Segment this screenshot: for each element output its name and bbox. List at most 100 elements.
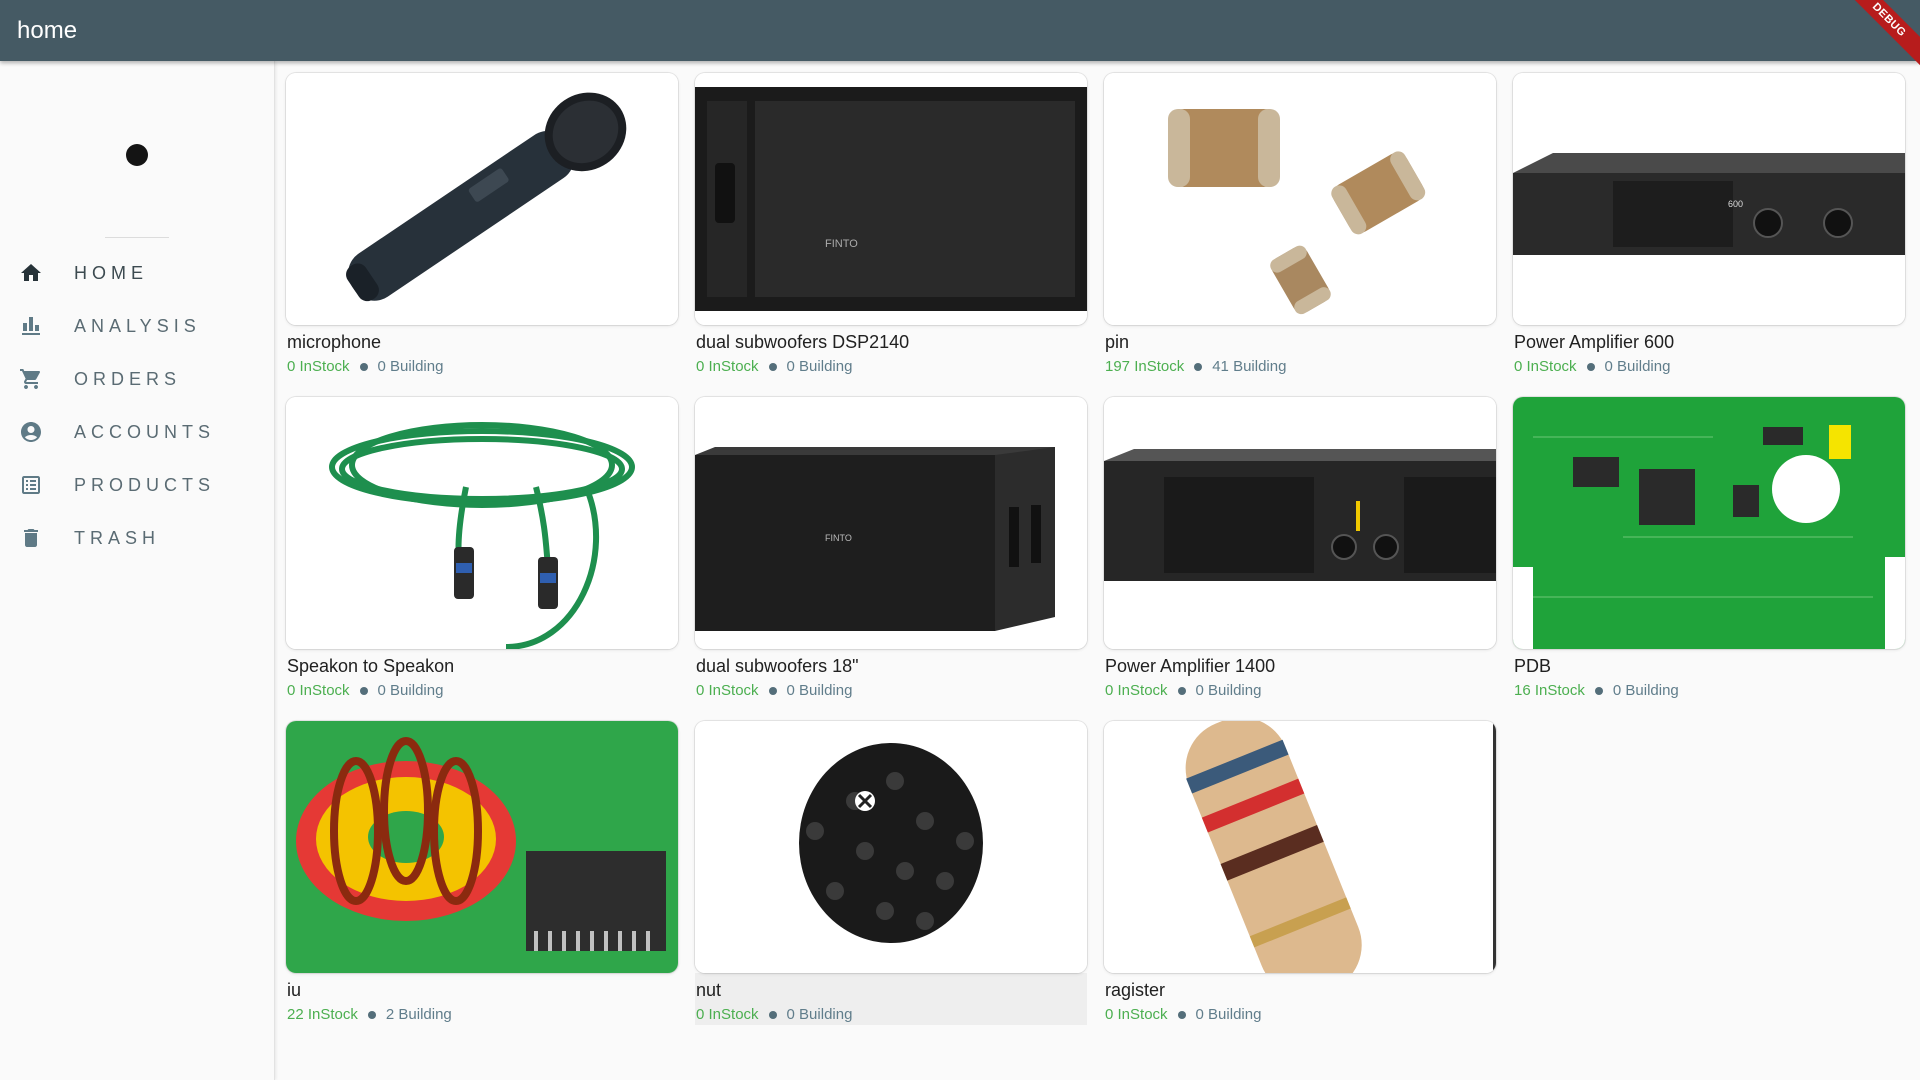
separator-dot xyxy=(768,1010,777,1019)
home-icon xyxy=(18,260,44,286)
separator-dot xyxy=(1586,362,1595,371)
sidebar-item-accounts[interactable]: ACCOUNTS xyxy=(0,410,274,454)
product-name: Power Amplifier 1400 xyxy=(1105,656,1276,676)
bar-chart-icon xyxy=(18,313,44,339)
sidebar-item-orders[interactable]: ORDERS xyxy=(0,357,274,401)
product-card-pdb[interactable]: PDB 16 InStock 0 Building xyxy=(1501,385,1905,703)
product-stock: 22 InStock 2 Building xyxy=(287,1006,452,1023)
building-count: 2 Building xyxy=(385,1006,452,1023)
instock-count: 0 InStock xyxy=(1105,1006,1168,1023)
product-card-iu[interactable]: iu 22 InStock 2 Building xyxy=(274,709,678,1027)
product-card-dual-subwoofers-18[interactable]: FINTO dual subwoofers 18" 0 InStock 0 Bu… xyxy=(683,385,1087,703)
product-stock: 197 InStock 41 Building xyxy=(1105,358,1286,375)
product-stock: 0 InStock 0 Building xyxy=(287,682,443,699)
separator-dot xyxy=(359,686,368,695)
svg-text:600: 600 xyxy=(1728,199,1743,209)
instock-count: 0 InStock xyxy=(287,682,350,699)
product-card-microphone[interactable]: microphone 0 InStock 0 Building xyxy=(274,61,678,379)
product-stock: 0 InStock 0 Building xyxy=(696,1006,852,1023)
building-count: 0 Building xyxy=(1195,682,1262,699)
product-stock: 16 InStock 0 Building xyxy=(1514,682,1679,699)
sidebar-item-label: TRASH xyxy=(74,527,161,548)
instock-count: 0 InStock xyxy=(287,358,350,375)
product-name: nut xyxy=(696,980,722,1000)
product-stock: 0 InStock 0 Building xyxy=(696,358,852,375)
sidebar: HOME ANALYSIS ORDERS ACCOUNTS PRODUCTS T… xyxy=(0,61,275,1080)
product-name: microphone xyxy=(287,332,382,352)
product-image xyxy=(1513,397,1905,649)
sidebar-item-label: ACCOUNTS xyxy=(74,421,216,442)
instock-count: 0 InStock xyxy=(696,358,759,375)
sidebar-item-label: ANALYSIS xyxy=(74,315,201,336)
product-image xyxy=(695,721,1087,973)
separator-dot xyxy=(768,362,777,371)
product-stock: 0 InStock 0 Building xyxy=(696,682,852,699)
divider xyxy=(105,237,169,238)
sidebar-item-analysis[interactable]: ANALYSIS xyxy=(0,304,274,348)
separator-dot xyxy=(1177,686,1186,695)
product-name: ragister xyxy=(1105,980,1166,1000)
product-stock: 0 InStock 0 Building xyxy=(287,358,443,375)
instock-count: 0 InStock xyxy=(696,682,759,699)
product-card-power-amplifier-1400[interactable]: Power Amplifier 1400 0 InStock 0 Buildin… xyxy=(1092,385,1496,703)
instock-count: 0 InStock xyxy=(1105,682,1168,699)
sidebar-item-label: PRODUCTS xyxy=(74,474,216,495)
building-count: 0 Building xyxy=(1604,358,1671,375)
building-count: 0 Building xyxy=(377,358,444,375)
separator-dot xyxy=(1177,1010,1186,1019)
building-count: 0 Building xyxy=(1612,682,1679,699)
product-name: Speakon to Speakon xyxy=(287,656,455,676)
product-name: dual subwoofers DSP2140 xyxy=(696,332,910,352)
page-title: home xyxy=(17,17,78,44)
app-bar: home DEBUG xyxy=(0,0,1920,81)
product-card-pin[interactable]: pin 197 InStock 41 Building xyxy=(1092,61,1496,379)
product-card-dual-subwoofers-dsp2140[interactable]: FINTO dual subwoofers DSP2140 0 InStock … xyxy=(683,61,1087,379)
product-card-speakon-to-speakon[interactable]: Speakon to Speakon 0 InStock 0 Building xyxy=(274,385,678,703)
building-count: 0 Building xyxy=(1195,1006,1262,1023)
product-stock: 0 InStock 0 Building xyxy=(1514,358,1670,375)
svg-text:FINTO: FINTO xyxy=(825,533,852,543)
sidebar-item-products[interactable]: PRODUCTS xyxy=(0,463,274,507)
product-image xyxy=(286,73,678,325)
building-count: 0 Building xyxy=(786,682,853,699)
product-grid: microphone 0 InStock 0 Building FINTO du… xyxy=(274,61,1920,1080)
product-image xyxy=(1104,721,1496,973)
building-count: 41 Building xyxy=(1212,358,1287,375)
product-card-power-amplifier-600[interactable]: 600 Power Amplifier 600 0 InStock 0 Buil… xyxy=(1501,61,1905,379)
product-image: FINTO xyxy=(695,73,1087,325)
product-image xyxy=(286,397,678,649)
avatar[interactable] xyxy=(126,144,148,166)
product-card-nut[interactable]: nut 0 InStock 0 Building xyxy=(683,709,1087,1027)
separator-dot xyxy=(367,1010,376,1019)
cart-icon xyxy=(18,366,44,392)
separator-dot xyxy=(1594,686,1603,695)
sidebar-item-label: HOME xyxy=(74,262,148,283)
instock-count: 0 InStock xyxy=(1514,358,1577,375)
sidebar-item-home[interactable]: HOME xyxy=(0,251,274,295)
product-name: Power Amplifier 600 xyxy=(1514,332,1675,352)
product-image xyxy=(1104,397,1496,649)
product-name: pin xyxy=(1105,332,1130,352)
trash-icon xyxy=(18,525,44,551)
svg-text:FINTO: FINTO xyxy=(825,238,858,250)
product-name: PDB xyxy=(1514,656,1552,676)
product-stock: 0 InStock 0 Building xyxy=(1105,682,1261,699)
product-name: dual subwoofers 18" xyxy=(696,656,859,676)
separator-dot xyxy=(359,362,368,371)
building-count: 0 Building xyxy=(377,682,444,699)
product-image xyxy=(1104,73,1496,325)
list-icon xyxy=(18,472,44,498)
account-circle-icon xyxy=(18,419,44,445)
instock-count: 197 InStock xyxy=(1105,358,1185,375)
product-card-ragister[interactable]: ragister 0 InStock 0 Building xyxy=(1092,709,1496,1027)
instock-count: 0 InStock xyxy=(696,1006,759,1023)
separator-dot xyxy=(1194,362,1203,371)
product-image: 600 xyxy=(1513,73,1905,325)
sidebar-item-label: ORDERS xyxy=(74,368,182,389)
sidebar-item-trash[interactable]: TRASH xyxy=(0,516,274,560)
product-image: FINTO xyxy=(695,397,1087,649)
instock-count: 16 InStock xyxy=(1514,682,1585,699)
product-stock: 0 InStock 0 Building xyxy=(1105,1006,1261,1023)
building-count: 0 Building xyxy=(786,1006,853,1023)
instock-count: 22 InStock xyxy=(287,1006,358,1023)
